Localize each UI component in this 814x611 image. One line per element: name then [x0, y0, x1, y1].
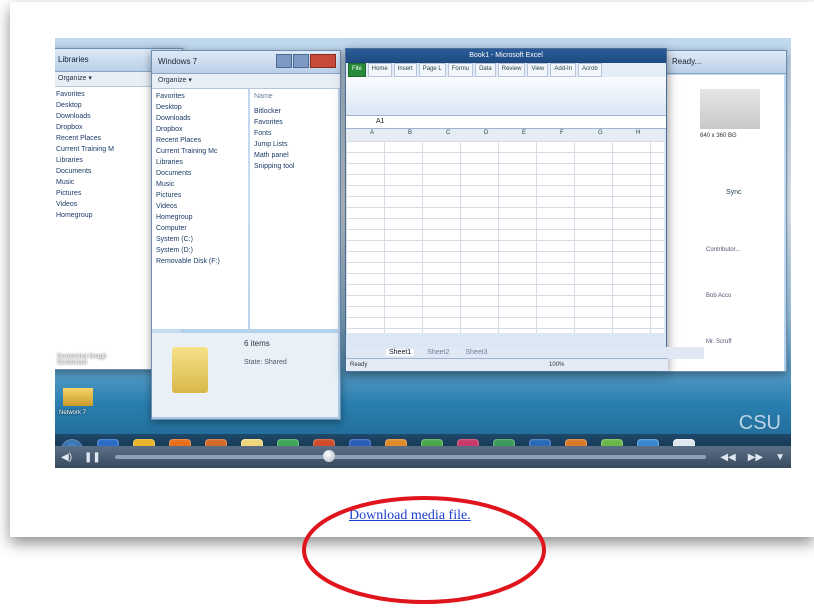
- nav-item[interactable]: Removable Disk (F:): [156, 256, 244, 267]
- ribbon-tab[interactable]: Page L: [418, 63, 446, 77]
- nav-item[interactable]: Videos: [156, 201, 244, 212]
- file-list[interactable]: Bitlocker Favorites Fonts Jump Lists Math pa…: [250, 104, 338, 174]
- logo: CSU: [738, 412, 781, 434]
- zoom-level[interactable]: 100%: [549, 362, 564, 368]
- pause-icon[interactable]: ❚❚: [78, 452, 107, 463]
- name-column-header[interactable]: Name: [250, 89, 338, 104]
- sheet-tab[interactable]: Sheet2: [424, 349, 452, 356]
- column-header[interactable]: C: [446, 130, 450, 136]
- column-header[interactable]: G: [598, 130, 603, 136]
- minimize-icon[interactable]: [276, 54, 292, 68]
- contributor-name: Mr. Scruff: [706, 339, 732, 345]
- contributor-name: Contributor...: [706, 247, 741, 253]
- file-item[interactable]: Fonts: [254, 128, 334, 139]
- status-bar: Ready 100%: [346, 358, 668, 371]
- seek-handle[interactable]: [322, 450, 335, 462]
- sync-button[interactable]: Sync: [726, 189, 742, 196]
- desktop-folder-icon[interactable]: [63, 388, 93, 406]
- column-header[interactable]: B: [408, 130, 412, 136]
- ribbon-tab[interactable]: Add-In: [550, 63, 577, 77]
- organize-menu[interactable]: Organize ▾: [152, 74, 340, 89]
- formula-bar[interactable]: A1: [346, 116, 666, 129]
- nav-item[interactable]: Documents: [156, 168, 244, 179]
- ribbon-tab[interactable]: View: [527, 63, 549, 77]
- menu-chevron-icon[interactable]: ▼: [769, 452, 791, 463]
- spreadsheet-grid[interactable]: [346, 141, 664, 333]
- nav-item[interactable]: System (C:): [156, 234, 244, 245]
- file-item[interactable]: Snipping tool: [254, 161, 334, 172]
- size-label: 640 x 360 BG: [700, 133, 737, 139]
- nav-item[interactable]: Dropbox: [156, 124, 244, 135]
- media-player-controls[interactable]: ◀) ❚❚ ◀◀ ▶▶ ▼: [55, 446, 791, 468]
- file-item[interactable]: Math panel: [254, 150, 334, 161]
- column-header[interactable]: F: [560, 130, 564, 136]
- items-count: 6 items: [244, 339, 270, 348]
- seek-bar[interactable]: [114, 450, 707, 462]
- file-item[interactable]: Jump Lists: [254, 139, 334, 150]
- nav-item[interactable]: Libraries: [156, 157, 244, 168]
- ribbon-tab[interactable]: Review: [497, 63, 526, 77]
- close-icon[interactable]: [310, 54, 336, 68]
- state-label: State:: [244, 359, 263, 366]
- nav-item[interactable]: Current Training Mc: [156, 146, 244, 157]
- ribbon[interactable]: [346, 77, 666, 116]
- nav-item[interactable]: Computer: [156, 223, 244, 234]
- column-header[interactable]: H: [636, 130, 640, 136]
- maximize-icon[interactable]: [293, 54, 309, 68]
- nav-item[interactable]: Recent Places: [156, 135, 244, 146]
- ribbon-tabs: File Home Insert Page L Formu Data Review View A…: [346, 63, 666, 77]
- ribbon-tab[interactable]: File: [348, 63, 366, 77]
- file-item[interactable]: Bitlocker: [254, 106, 334, 117]
- ribbon-tab[interactable]: Home: [367, 63, 392, 77]
- sheet-tab[interactable]: Sheet3: [462, 349, 490, 356]
- address-text: Windows 7: [158, 57, 198, 66]
- nav-item[interactable]: Favorites: [156, 91, 244, 102]
- rewind-icon[interactable]: ◀◀: [714, 452, 741, 463]
- excel-window[interactable]: Book1 - Microsoft Excel File Home Insert Pa…: [345, 48, 704, 372]
- volume-icon[interactable]: ◀): [55, 452, 78, 463]
- contributor-list: Contributor... Bob Acco Mr. Scruff: [706, 227, 740, 365]
- nav-item[interactable]: Pictures: [156, 190, 244, 201]
- ribbon-tab[interactable]: Formu: [447, 63, 474, 77]
- nav-item[interactable]: Downloads: [156, 113, 244, 124]
- sheet-tab[interactable]: Sheet1: [386, 349, 415, 356]
- state-value: Shared: [264, 359, 287, 366]
- media-window[interactable]: Ready... 640 x 360 BG Sync Contributor..…: [665, 50, 787, 372]
- nav-item[interactable]: Desktop: [156, 102, 244, 113]
- ribbon-tab[interactable]: Acrob: [578, 63, 602, 77]
- window-controls: [276, 54, 336, 68]
- ribbon-tab[interactable]: Insert: [393, 63, 417, 77]
- contributor-name: Bob Acco: [706, 293, 732, 299]
- folder-icon: [172, 347, 208, 393]
- nav-item[interactable]: System (D:): [156, 245, 244, 256]
- column-header[interactable]: D: [484, 130, 488, 136]
- status-text: Ready: [350, 362, 368, 368]
- name-box[interactable]: A1: [376, 118, 385, 125]
- video-frame[interactable]: Libraries Organize ▾ Favorites Desktop Dow…: [55, 38, 791, 468]
- desktop-icon-label: Network 7: [59, 410, 87, 416]
- column-header[interactable]: A: [370, 130, 374, 136]
- thumbnail: [700, 89, 760, 129]
- ribbon-tab[interactable]: Data: [475, 63, 496, 77]
- excel-title: Book1 - Microsoft Excel: [346, 49, 666, 63]
- nav-item[interactable]: Homegroup: [156, 212, 244, 223]
- column-header[interactable]: E: [522, 130, 526, 136]
- file-item[interactable]: Favorites: [254, 117, 334, 128]
- forward-icon[interactable]: ▶▶: [742, 452, 769, 463]
- navigation-pane: Favorites Desktop Downloads Dropbox Recent P…: [152, 89, 248, 269]
- nav-item[interactable]: Music: [156, 179, 244, 190]
- download-media-link[interactable]: Download media file.: [349, 508, 471, 524]
- explorer-window[interactable]: Windows 7 Organize ▾ Favorites Desktop Dow…: [151, 50, 341, 420]
- desktop-shortcuts-label: Screenshot Snagit Screencast: [57, 354, 107, 366]
- address-bar[interactable]: Ready...: [666, 51, 786, 74]
